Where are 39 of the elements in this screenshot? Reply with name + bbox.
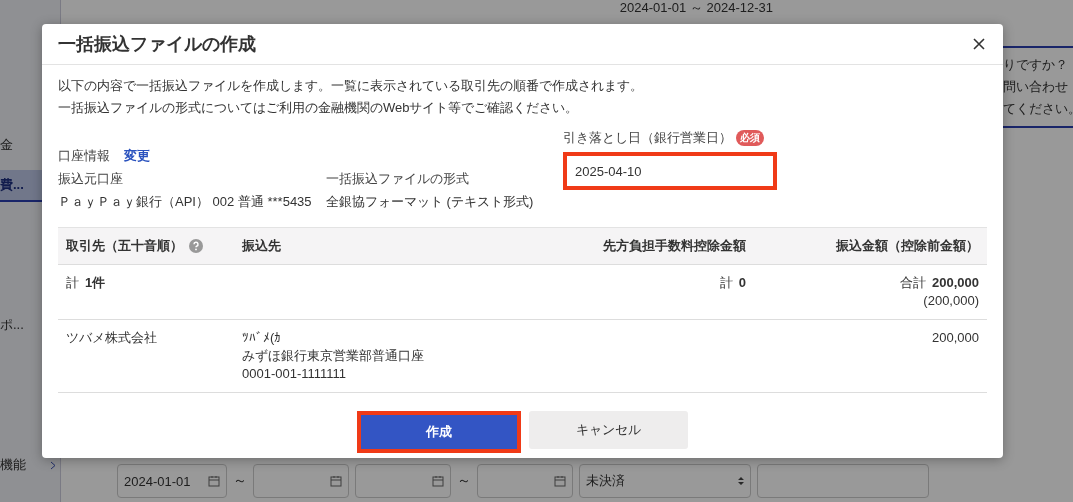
notice-text: りですか？ bbox=[1003, 57, 1068, 72]
column-header: 振込金額（控除前金額） bbox=[836, 237, 979, 255]
field-label: 一括振込ファイルの形式 bbox=[326, 170, 470, 188]
required-badge: 必須 bbox=[736, 130, 764, 146]
field-value: 全銀協フォーマット (テキスト形式) bbox=[326, 193, 535, 211]
total-count: 1件 bbox=[85, 274, 106, 292]
payee-line: ﾂﾊﾞﾒ(ｶ bbox=[242, 329, 282, 347]
field-label: 引き落とし日（銀行営業日） bbox=[563, 129, 732, 147]
column-header: 取引先（五十音順） bbox=[66, 237, 183, 255]
total-label: 計 bbox=[719, 274, 733, 292]
column-header: 先方負担手数料控除金額 bbox=[603, 237, 746, 255]
date-input[interactable]: 2025-04-10 bbox=[563, 152, 777, 190]
total-amount: 200,000 bbox=[932, 274, 979, 292]
payee-line: みずほ銀行東京営業部普通口座 bbox=[242, 347, 424, 365]
total-fee: 0 bbox=[738, 274, 746, 292]
create-button[interactable]: 作成 bbox=[357, 411, 521, 453]
amount-before-deduction: (200,000) bbox=[923, 292, 979, 310]
table-cell: 200,000 bbox=[932, 329, 979, 347]
notice-text: 問い合わせ bbox=[1003, 79, 1068, 94]
range-separator: ～ bbox=[457, 472, 471, 490]
payee-line: 0001-001-1111111 bbox=[242, 365, 347, 383]
field-value: ＰａｙＰａｙ銀行（API） 002 普通 ***5435 bbox=[58, 193, 313, 211]
status-select[interactable]: 未決済 bbox=[579, 464, 751, 498]
notice-text: てください。 bbox=[1003, 101, 1073, 116]
range-separator: ～ bbox=[233, 472, 247, 490]
section-label: 口座情報 bbox=[58, 147, 110, 165]
date-range: 2024-01-01 ～ 2024-12-31 bbox=[619, 0, 773, 17]
cancel-button[interactable]: キャンセル bbox=[529, 411, 688, 449]
description-text: 一括振込ファイルの形式についてはご利用の金融機関のWebサイト等でご確認ください。 bbox=[58, 99, 580, 117]
total-label: 合計 bbox=[900, 274, 926, 292]
date-field[interactable]: 2024-01-01 bbox=[117, 464, 227, 498]
change-link[interactable]: 変更 bbox=[124, 147, 150, 165]
field-label: 振込元口座 bbox=[58, 170, 124, 188]
table-cell: ツバメ株式会社 bbox=[66, 329, 157, 347]
column-header: 振込先 bbox=[242, 237, 281, 255]
total-label: 計 bbox=[66, 274, 79, 292]
description-text: 以下の内容で一括振込ファイルを作成します。一覧に表示されている取引先の順番で作成されます。 bbox=[58, 77, 644, 95]
dialog-title: 一括振込ファイルの作成 bbox=[58, 33, 256, 56]
sidebar-item[interactable]: 機能 bbox=[0, 450, 60, 482]
